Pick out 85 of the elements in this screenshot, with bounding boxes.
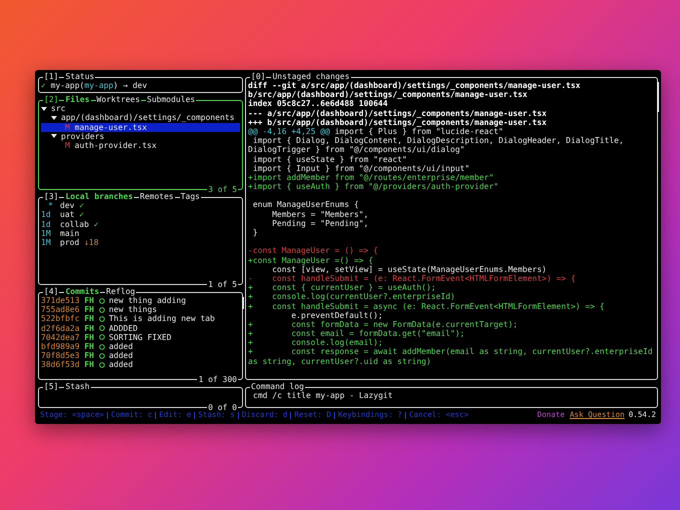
branch-row[interactable]: 1d collab ✓ bbox=[41, 220, 240, 229]
commit-row[interactable]: 38d6f53d FH added bbox=[41, 360, 240, 370]
expand-triangle-icon[interactable] bbox=[51, 133, 57, 140]
diff-line: + const formData = new FormData(e.currentTarget); bbox=[248, 320, 519, 330]
branch-row[interactable]: 1d uat ✓ bbox=[41, 210, 240, 220]
diff-line: import { Dialog, DialogContent, DialogDescription, DialogHeader, DialogTitle, bbox=[252, 136, 625, 146]
commit-node-icon bbox=[98, 344, 105, 350]
panel-tab[interactable]: Commits bbox=[65, 288, 100, 296]
commit-row[interactable]: bfd989a9 FH added bbox=[41, 342, 240, 352]
branch-row[interactable]: 1M prod ↓18 bbox=[41, 238, 240, 248]
panel-counter: 1 of 300 bbox=[197, 375, 238, 384]
diff-line: - const handleSubmit = (e: React.FormEvent<HTMLFormElement>) => { bbox=[248, 274, 577, 284]
diff-line: +import { useAuth } from "@/providers/auth-provider" bbox=[248, 182, 500, 192]
panel-tab[interactable]: Stash bbox=[65, 383, 90, 391]
diff-line: --- a/src/app/(dashboard)/settings/_components/manage-user.tsx bbox=[248, 108, 548, 118]
folder-row[interactable]: app/(dashboard)/settings/_components bbox=[41, 113, 240, 123]
panel-counter: 0 of 0 bbox=[207, 403, 238, 412]
panel-tab[interactable]: Worktrees bbox=[96, 96, 140, 104]
panel-tab[interactable]: Local branches bbox=[65, 193, 133, 202]
folder-row[interactable]: src bbox=[41, 104, 240, 114]
diff-line: -const ManageUser = () => { bbox=[248, 246, 380, 256]
diff-line: + const { currentUser } = useAuth(); bbox=[248, 283, 437, 292]
commit-row[interactable]: 7042dea7 FH SORTING FIXED bbox=[41, 332, 240, 342]
diff-line: + const email = formData.get("email"); bbox=[248, 329, 465, 338]
panel-tab[interactable]: Remotes bbox=[140, 193, 174, 202]
diff-line: +++ b/src/app/(dashboard)/settings/_components/manage-user.tsx bbox=[248, 118, 548, 127]
commit-row[interactable]: d2f6da2a FH ADDDED bbox=[41, 324, 240, 333]
diff-line: + console.log(currentUser?.enterpriseId) bbox=[248, 292, 456, 302]
panel-counter: 1 of 5 bbox=[207, 280, 238, 290]
diff-line: @@ -4,16 +4,25 @@ import { Plus } from "lucide-react" bbox=[248, 126, 504, 136]
diff-line: +import addMember from "@/routes/enterprise/member" bbox=[248, 172, 494, 182]
scrollbar-thumb[interactable] bbox=[657, 82, 659, 112]
diff-line: as string, currentUser?.uid as string) bbox=[248, 356, 432, 366]
panel-number: [4] bbox=[44, 288, 58, 296]
diff-line: DialogTrigger } from "@/components/ui/dialog" bbox=[248, 145, 465, 154]
repo-name: my-app(my-app) → dev bbox=[50, 81, 148, 90]
panel-tab[interactable]: Unstaged changes bbox=[272, 73, 350, 81]
commit-node-icon bbox=[98, 325, 105, 332]
commit-node-icon bbox=[98, 352, 105, 359]
diff-line: import { Input } from "@/components/ui/input" bbox=[252, 164, 470, 173]
log-line: cmd /c title my-app - Lazygit bbox=[252, 391, 393, 400]
diff-line: enum ManageUserEnums { bbox=[252, 200, 360, 210]
panel-number: [3] bbox=[44, 193, 58, 202]
panel-number: [0] bbox=[251, 73, 266, 81]
file-row[interactable]: M auth-provider.tsx bbox=[41, 140, 240, 150]
branch-row[interactable]: * dev ✓ bbox=[41, 201, 240, 210]
panel-tab[interactable]: Submodules bbox=[146, 96, 196, 104]
panel-number: [2] bbox=[44, 96, 58, 104]
commit-node-icon bbox=[98, 334, 105, 340]
commit-node-icon bbox=[98, 316, 105, 322]
diff-line: import { useState } from "react" bbox=[252, 154, 408, 164]
diff-line: + console.log(email); bbox=[248, 338, 383, 348]
commit-node-icon bbox=[98, 306, 105, 313]
diff-line: b/src/app/(dashboard)/settings/_components/manage-user.tsx bbox=[248, 90, 528, 100]
panel-tab[interactable]: Reflog bbox=[106, 288, 136, 296]
diff-line: + const handleSubmit = async (e: React.FormEvent<HTMLFormElement>) => { bbox=[248, 302, 606, 311]
file-status: M bbox=[65, 122, 70, 132]
panel-number: [1] bbox=[44, 73, 58, 81]
file-status: M bbox=[65, 140, 70, 150]
file-row[interactable]: M manage-user.tsx bbox=[41, 122, 240, 132]
panel-tab[interactable]: Status bbox=[65, 73, 94, 81]
scrollbar-thumb[interactable] bbox=[242, 297, 244, 310]
diff-line: const [view, setView] = useState(ManageUserEnums.Members) bbox=[271, 264, 547, 274]
commit-row[interactable]: 371de513 FH new thing adding bbox=[41, 296, 240, 306]
branch-row[interactable]: 1M main bbox=[41, 228, 240, 238]
status-check: ✓ bbox=[41, 81, 46, 90]
diff-line: + const response = await addMember(email as string, currentUser?.enterpriseId bbox=[248, 347, 654, 357]
commit-row[interactable]: 522bfbfc FH This is adding new tab bbox=[41, 314, 240, 324]
diff-line: diff --git a/src/app/(dashboard)/settings/_components/manage-user.tsx bbox=[248, 81, 582, 90]
commit-node-icon bbox=[98, 298, 105, 304]
diff-line: +const ManageUser =() => { bbox=[248, 256, 374, 265]
panel-title: Command log bbox=[251, 383, 304, 391]
diff-line: Pending = "Pending", bbox=[271, 218, 370, 228]
panel-tab[interactable]: Tags bbox=[180, 193, 200, 202]
folder-row[interactable]: providers bbox=[41, 132, 240, 141]
panel-counter: 3 of 5 bbox=[207, 185, 238, 194]
panel-number: [5] bbox=[44, 383, 58, 391]
diff-line: index 05c8c27..6e6d488 100644 bbox=[248, 99, 389, 109]
commit-row[interactable]: 70f8d5e3 FH added bbox=[41, 351, 240, 360]
diff-line: Members = "Members", bbox=[271, 210, 370, 219]
diff-line: } bbox=[252, 228, 259, 238]
commit-row[interactable]: 755ad8e6 FH new things bbox=[41, 305, 240, 314]
panel-tab[interactable]: Files bbox=[65, 96, 90, 104]
diff-line: e.preventDefault(); bbox=[290, 310, 383, 320]
commit-node-icon bbox=[98, 362, 105, 368]
